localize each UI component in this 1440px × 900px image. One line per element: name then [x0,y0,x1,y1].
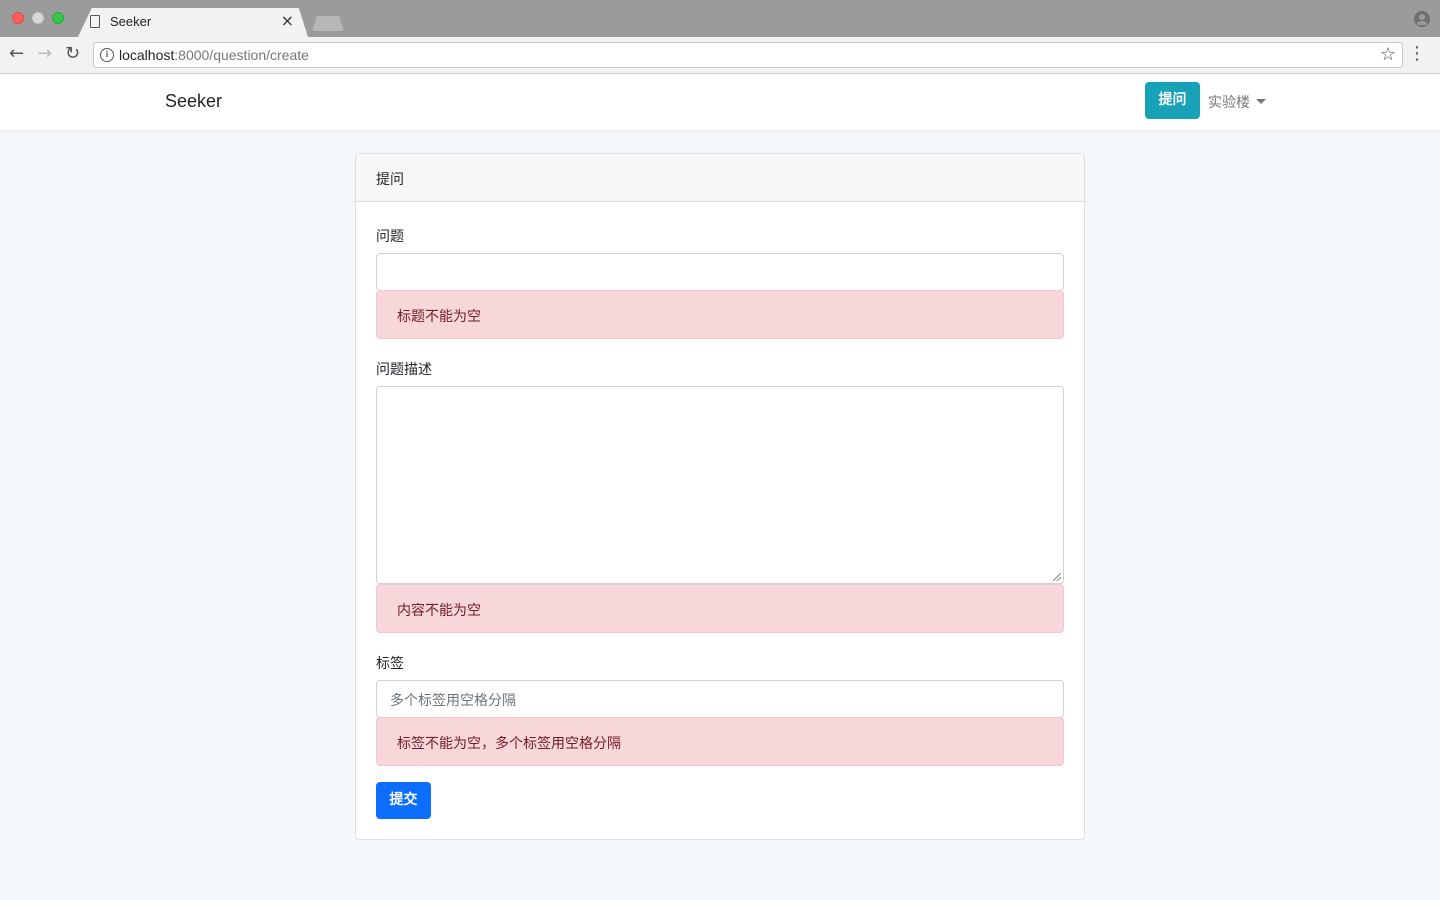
forward-arrow-icon[interactable]: → [37,45,52,63]
page-icon [90,15,100,28]
title-input[interactable] [376,253,1064,291]
url-host: localhost [119,47,175,63]
address-bar[interactable]: i localhost:8000/question/create ☆ [93,42,1403,68]
maximize-window-button[interactable] [52,12,64,24]
user-name: 实验楼 [1208,95,1250,111]
url-path: :8000/question/create [174,47,309,63]
tab-title: Seeker [110,14,152,29]
body-error-alert: 内容不能为空 [376,584,1064,633]
title-label: 问题 [376,229,404,245]
url-text[interactable]: localhost:8000/question/create [119,47,309,63]
submit-button[interactable]: 提交 [376,782,431,819]
app-navbar: Seeker 提问 实验楼 [0,74,1440,130]
browser-menu-icon[interactable]: ⋮ [1408,45,1426,63]
browser-toolbar: ← → ↻ i localhost:8000/question/create ☆… [0,37,1440,74]
body-textarea[interactable] [376,386,1064,584]
back-arrow-icon[interactable]: ← [9,45,24,63]
ask-question-button[interactable]: 提问 [1145,82,1200,119]
profile-icon[interactable] [1414,11,1430,27]
bookmark-star-icon[interactable]: ☆ [1380,44,1396,65]
reload-icon[interactable]: ↻ [65,45,80,63]
caret-down-icon [1256,99,1266,104]
new-tab-button[interactable] [312,16,344,31]
tags-input[interactable]: 多个标签用空格分隔 [376,680,1064,718]
info-icon[interactable]: i [100,48,114,62]
tags-label: 标签 [376,656,404,672]
close-tab-icon[interactable]: × [281,11,294,30]
brand-link[interactable]: Seeker [165,91,222,112]
browser-tab[interactable]: Seeker × [78,8,308,37]
minimize-window-button[interactable] [32,12,44,24]
tags-error-alert: 标签不能为空，多个标签用空格分隔 [376,717,1064,766]
card-header: 提问 [356,154,1084,202]
title-error-alert: 标题不能为空 [376,290,1064,339]
tags-placeholder: 多个标签用空格分隔 [390,693,516,709]
body-label: 问题描述 [376,362,432,378]
resize-handle-icon[interactable] [1053,573,1061,581]
question-form-card: 提问 问题 标题不能为空 问题描述 内容不能为空 标签 多个标签用空格分隔 标签… [355,153,1085,840]
browser-tab-bar: Seeker × [0,0,1440,37]
close-window-button[interactable] [12,12,24,24]
user-dropdown[interactable]: 实验楼 [1208,92,1266,112]
